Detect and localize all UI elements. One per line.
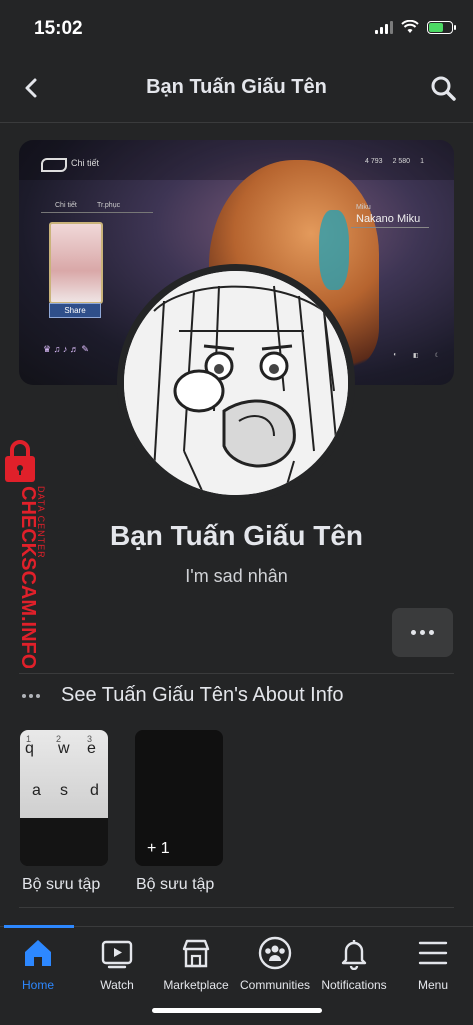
watermark-brand: CHECKSCAM.INFO [17,486,39,668]
tab-menu-label: Menu [417,978,449,992]
thumbnail-dark-area [20,818,108,866]
marketplace-icon [182,939,210,968]
bell-icon [341,940,367,970]
cover-game-tab: Chi tiết [71,158,100,168]
kb-key-w: w [58,740,70,757]
tab-home-label: Home [21,978,54,992]
cover-char-name: Nakano Miku [356,213,421,225]
section-divider [19,673,454,674]
cover-skill-icons: ♛ ♫ ♪ ♬ ✎ [43,344,89,354]
collection-thumbnail-1[interactable]: 1 2 3 q w e a s d [20,730,108,866]
cover-stat-3: 1 [420,158,424,165]
section-divider [19,907,454,908]
status-time: 15:02 [34,18,83,39]
home-icon [25,940,51,966]
keyboard-screenshot: 1 2 3 q w e a s d [20,730,108,818]
more-options-button[interactable] [392,608,453,657]
kb-key-d: d [90,782,99,799]
tab-communities-label: Communities [239,978,311,992]
cover-share-label: Share [49,303,101,318]
cover-game-stats: 4 793 2 580 1 [365,158,424,165]
collection-count: + 1 [147,840,170,857]
tab-watch[interactable]: Watch [77,936,157,992]
profile-bio: I'm sad nhân [185,566,288,586]
kb-key-q: q [25,740,34,757]
tab-home[interactable]: Home [0,936,78,992]
watermark-sub: DATA CENTER [36,486,46,559]
tab-communities[interactable]: Communities [235,936,315,992]
kb-key-a: a [32,782,41,799]
cover-char-line [351,227,429,228]
cover-subtab-line [41,212,153,213]
tab-notifications[interactable]: Notifications [314,936,394,992]
cover-stat-2: 2 580 [392,158,411,165]
more-horizontal-icon [22,694,40,698]
cover-char-label: Miku [356,204,371,211]
watch-icon [101,940,133,969]
cover-character-card [49,222,103,304]
more-dot [429,630,434,635]
more-dot [420,630,425,635]
cover-subtab-2: Tr.phục [97,202,121,209]
about-info-link[interactable]: See Tuấn Giấu Tên's About Info [61,684,344,707]
collection-label-1[interactable]: Bộ sưu tập [22,876,100,894]
cover-menu-icon-1: ◐ [393,352,397,358]
cellular-signal-icon [375,20,393,34]
profile-avatar[interactable] [124,271,348,495]
cover-subtab-1: Chi tiết [55,202,77,209]
header-divider [0,122,473,123]
cover-menu-icon-2: ◧ [412,353,419,359]
game-logo-icon [41,158,67,172]
menu-icon [418,941,448,965]
tab-marketplace-label: Marketplace [163,978,229,992]
avatar-sketch [124,271,348,495]
cover-stat-1: 4 793 [365,158,383,165]
tab-notifications-label: Notifications [321,978,387,992]
communities-icon [258,936,292,970]
cover-menu-icons: ◐ ◧ ☾ [393,352,440,359]
checkscam-watermark: CHECKSCAM.INFO DATA CENTER [5,440,46,668]
wifi-icon [401,20,419,33]
status-icons [375,20,456,34]
search-button[interactable] [429,74,457,102]
search-icon [431,76,456,101]
cover-menu-icon-3: ☾ [434,353,440,359]
tab-active-indicator [4,925,74,928]
battery-icon [427,20,456,34]
more-dot [411,630,416,635]
kb-key-e: e [87,740,96,757]
home-indicator[interactable] [152,1008,322,1013]
cover-character-hair-accent [319,210,349,290]
tab-marketplace[interactable]: Marketplace [156,936,236,992]
tab-watch-label: Watch [100,978,134,992]
kb-key-s: s [60,782,68,799]
collection-thumbnail-2[interactable]: + 1 [135,730,223,866]
profile-name: Bạn Tuấn Giấu Tên [109,520,364,551]
collection-label-2[interactable]: Bộ sưu tập [136,876,214,894]
header-title: Bạn Tuấn Giấu Tên [146,76,327,98]
tab-menu[interactable]: Menu [393,936,473,992]
